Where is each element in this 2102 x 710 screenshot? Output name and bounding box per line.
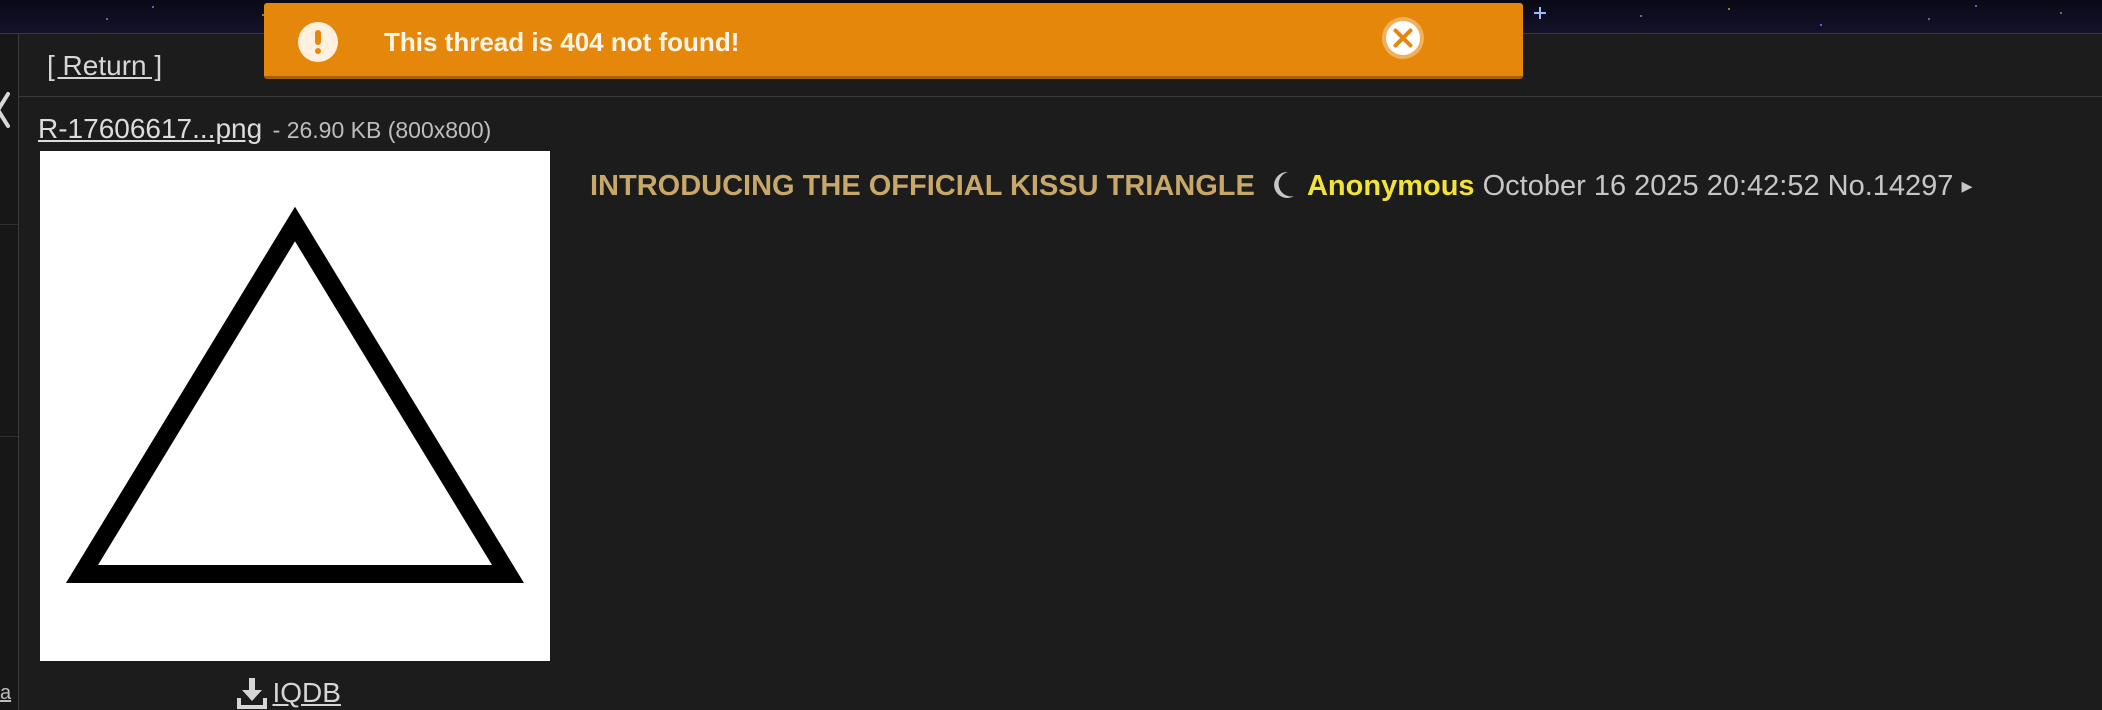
file-info: R-17606617...png - 26.90 KB (800x800) xyxy=(38,113,491,145)
triangle-image xyxy=(65,206,525,583)
download-icon xyxy=(237,678,267,709)
chevron-left-icon[interactable] xyxy=(0,90,12,130)
close-notification-button[interactable] xyxy=(1382,17,1424,59)
sidebar-link-fragment[interactable]: a xyxy=(0,682,11,705)
poster-name: Anonymous xyxy=(1306,170,1475,202)
file-name-link[interactable]: R-17606617...png xyxy=(38,113,262,144)
close-icon xyxy=(1386,21,1420,55)
return-link[interactable]: [ Return ] xyxy=(47,50,162,82)
post-header: INTRODUCING THE OFFICIAL KISSU TRIANGLE … xyxy=(590,168,1973,204)
sidebar-divider xyxy=(0,436,18,437)
alert-icon xyxy=(298,22,338,62)
sidebar: a xyxy=(0,34,19,710)
sidebar-divider xyxy=(0,224,18,225)
post-date: October 16 2025 20:42:52 xyxy=(1482,170,1820,202)
file-meta: - 26.90 KB (800x800) xyxy=(272,117,492,143)
iqdb-search: IQDB xyxy=(236,676,341,710)
post-subject: INTRODUCING THE OFFICIAL KISSU TRIANGLE xyxy=(590,170,1255,202)
iqdb-link[interactable]: IQDB xyxy=(272,677,340,708)
moon-icon xyxy=(1274,171,1294,198)
post-menu-toggle[interactable]: ▸ xyxy=(1962,173,1973,198)
notification-message: This thread is 404 not found! xyxy=(384,27,740,57)
post-number-link[interactable]: No.14297 xyxy=(1828,170,1954,202)
notification-toast: This thread is 404 not found! xyxy=(264,3,1523,79)
post-image[interactable] xyxy=(40,151,550,661)
